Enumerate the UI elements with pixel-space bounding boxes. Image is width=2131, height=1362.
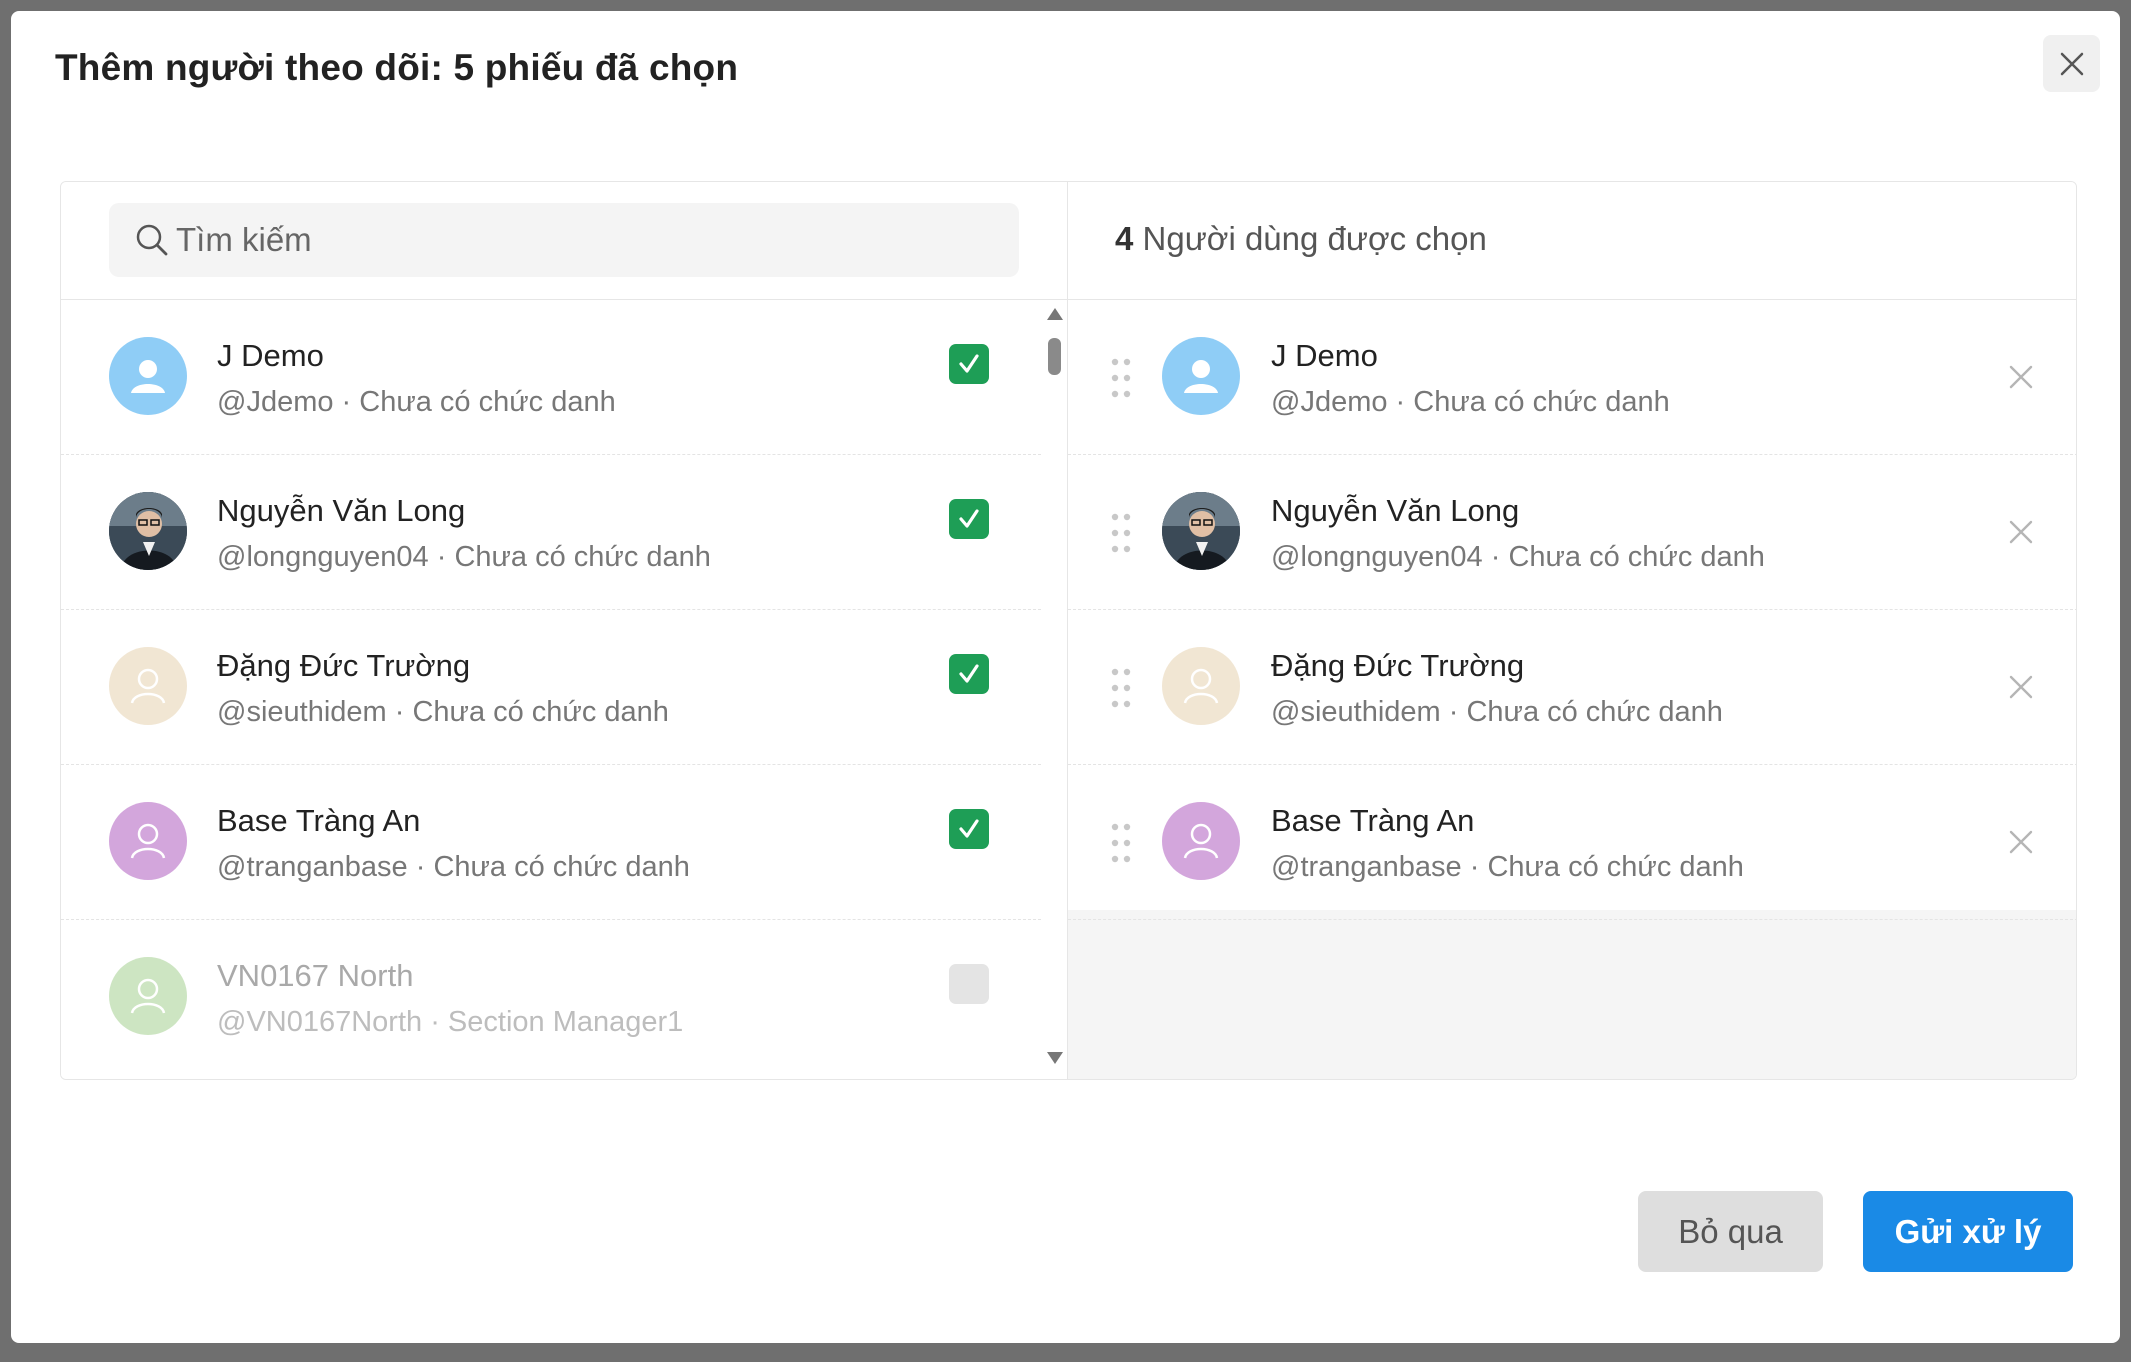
user-name: Base Tràng An [1271,803,1475,838]
user-icon [1183,668,1219,704]
user-icon [130,668,166,704]
selected-count: 4 [1115,220,1134,257]
user-picker-panel: J Demo @Jdemo · Chưa có chức danh [60,181,2077,1080]
selected-column: 4 Người dùng được chọn J Demo @Jdemo · C… [1067,182,2076,1079]
drag-handle-icon[interactable] [1109,822,1133,864]
user-handle: @sieuthidem · Chưa có chức danh [1271,696,1723,728]
selected-count-text: Người dùng được chọn [1142,220,1487,257]
user-handle: @sieuthidem · Chưa có chức danh [217,696,669,728]
user-icon [130,823,166,859]
candidate-row[interactable]: Đặng Đức Trường @sieuthidem · Chưa có ch… [61,610,1041,765]
search-input[interactable] [176,203,996,277]
search-icon [136,224,168,256]
avatar [1162,492,1240,570]
avatar [1162,647,1240,725]
candidate-row[interactable]: Nguyễn Văn Long @longnguyen04 · Chưa có … [61,455,1041,610]
selected-list: J Demo @Jdemo · Chưa có chức danh Nguyễn… [1068,300,2076,920]
drag-handle-icon[interactable] [1109,667,1133,709]
check-icon [959,354,979,373]
selected-header: 4 Người dùng được chọn [1068,182,2076,300]
user-icon [131,360,165,393]
search-box[interactable] [109,203,1019,277]
user-handle: @Jdemo · Chưa có chức danh [1271,386,1670,418]
drag-handle-icon[interactable] [1109,512,1133,554]
user-icon [1184,360,1218,393]
check-icon [959,664,979,683]
avatar [1162,337,1240,415]
user-name: Đặng Đức Trường [217,648,471,683]
candidate-row[interactable]: J Demo @Jdemo · Chưa có chức danh [61,300,1041,455]
user-handle: @longnguyen04 · Chưa có chức danh [1271,541,1765,573]
avatar [109,492,187,570]
user-handle: @longnguyen04 · Chưa có chức danh [217,541,711,573]
check-icon [959,819,979,838]
candidate-column: J Demo @Jdemo · Chưa có chức danh [61,182,1067,1079]
user-name: Base Tràng An [217,803,421,838]
add-followers-dialog: Thêm người theo dõi: 5 phiếu đã chọn Tìm… [11,11,2120,1343]
select-checkbox[interactable] [949,344,989,384]
avatar [109,802,187,880]
remove-icon[interactable] [2006,362,2036,392]
selected-row: Đặng Đức Trường @sieuthidem · Chưa có ch… [1068,610,2076,765]
avatar [109,957,187,1035]
select-checkbox[interactable] [949,964,989,1004]
selected-row: Base Tràng An @tranganbase · Chưa có chứ… [1068,765,2076,920]
close-button[interactable] [2043,35,2100,92]
user-name: J Demo [217,338,324,373]
user-name: Nguyễn Văn Long [217,493,466,528]
remove-icon[interactable] [2006,827,2036,857]
avatar [1162,802,1240,880]
user-icon [1183,823,1219,859]
scrollbar-thumb[interactable] [1048,338,1061,375]
avatar [109,337,187,415]
scroll-down-arrow-icon[interactable] [1047,1052,1063,1064]
user-handle: @VN0167North · Section Manager1 [217,1006,684,1038]
close-icon [2060,52,2083,75]
selected-row: J Demo @Jdemo · Chưa có chức danh [1068,300,2076,455]
candidate-list: J Demo @Jdemo · Chưa có chức danh Nguyễn… [61,300,1041,1079]
search-area [61,182,1067,300]
candidate-row[interactable]: Base Tràng An @tranganbase · Chưa có chứ… [61,765,1041,920]
select-checkbox[interactable] [949,654,989,694]
user-handle: @tranganbase · Chưa có chức danh [217,851,690,883]
dialog-title: Thêm người theo dõi: 5 phiếu đã chọn [55,47,739,88]
selected-count-label: 4 Người dùng được chọn [1115,220,1487,258]
selected-row: Nguyễn Văn Long @longnguyen04 · Chưa có … [1068,455,2076,610]
scroll-up-arrow-icon[interactable] [1047,308,1063,320]
user-name: J Demo [1271,338,1378,373]
profile-photo [109,492,187,570]
user-handle: @tranganbase · Chưa có chức danh [1271,851,1744,883]
cancel-button[interactable]: Bỏ qua [1638,1191,1823,1272]
select-checkbox[interactable] [949,809,989,849]
remove-icon[interactable] [2006,672,2036,702]
drag-handle-icon[interactable] [1109,357,1133,399]
profile-photo [1162,492,1240,570]
user-name: VN0167 North [217,958,414,993]
candidate-row[interactable]: VN0167 North @VN0167North · Section Mana… [61,920,1041,1075]
user-handle: @Jdemo · Chưa có chức danh [217,386,616,418]
check-icon [959,509,979,528]
avatar [109,647,187,725]
list-scrollbar[interactable] [1041,300,1067,1079]
user-icon [130,978,166,1014]
submit-button[interactable]: Gửi xử lý [1863,1191,2073,1272]
select-checkbox[interactable] [949,499,989,539]
user-name: Nguyễn Văn Long [1271,493,1520,528]
remove-icon[interactable] [2006,517,2036,547]
user-name: Đặng Đức Trường [1271,648,1525,683]
